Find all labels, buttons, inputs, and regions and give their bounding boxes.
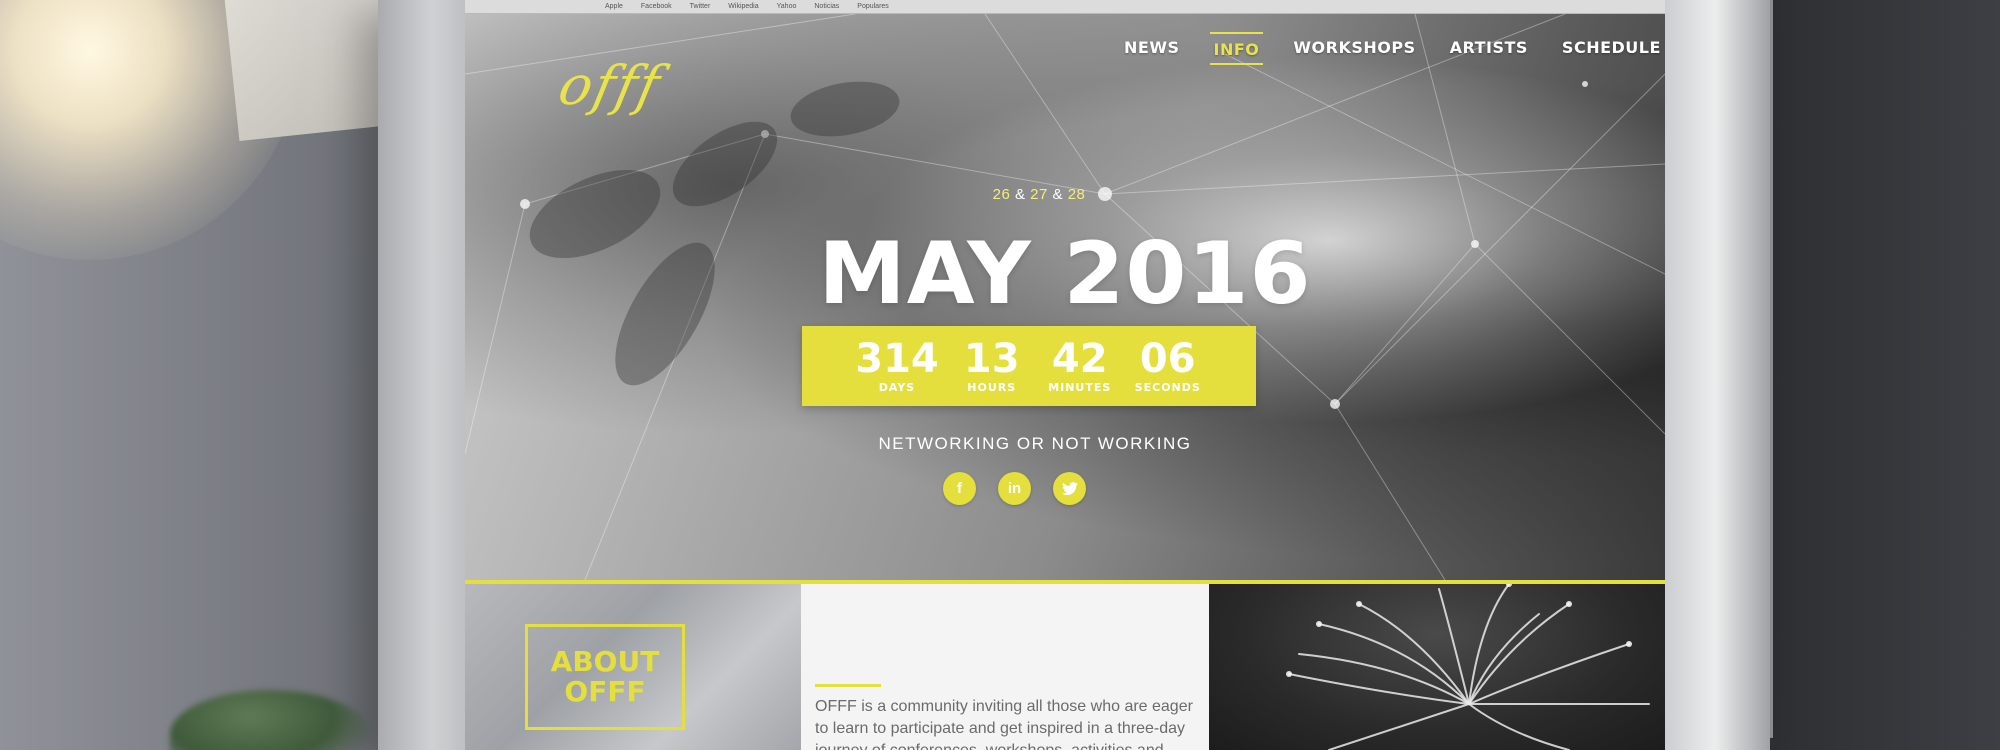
photo-scene: Apple Facebook Twitter Wikipedia Yahoo N… — [0, 0, 2000, 750]
social-links: f in — [943, 472, 1086, 505]
monitor-bezel-right — [1660, 0, 1770, 750]
bookmark-item[interactable]: Facebook — [641, 3, 672, 10]
countdown-hours: 13 HOURS — [957, 339, 1027, 394]
bookmark-item[interactable]: Wikipedia — [728, 3, 758, 10]
countdown-label: HOURS — [967, 380, 1017, 394]
hero-tagline: NETWORKING OR NOT WORKING — [878, 434, 1192, 453]
about-paragraph: OFFF is a community inviting all those w… — [815, 698, 1193, 750]
about-text-panel: OFFF is a community inviting all those w… — [801, 584, 1209, 750]
date-separator: & — [1052, 186, 1064, 203]
about-heading-panel: ABOUT OFFF — [465, 584, 801, 750]
hero-title: MAY 2016 — [818, 224, 1312, 324]
date-day-1: 26 — [992, 186, 1011, 203]
main-nav: NEWS INFO WORKSHOPS ARTISTS SCHEDULE — [1120, 32, 1665, 65]
countdown-label: DAYS — [878, 380, 916, 394]
monitor-bezel-left — [378, 0, 468, 750]
monitor-screen: Apple Facebook Twitter Wikipedia Yahoo N… — [465, 0, 1665, 750]
nav-schedule[interactable]: SCHEDULE — [1558, 32, 1665, 65]
nav-workshops[interactable]: WORKSHOPS — [1289, 32, 1419, 65]
countdown-days: 314 DAYS — [855, 339, 939, 394]
nav-info[interactable]: INFO — [1209, 32, 1264, 65]
bookmark-item[interactable]: Yahoo — [777, 3, 797, 10]
countdown-value: 13 — [963, 335, 1020, 382]
about-heading-line: OFFF — [564, 675, 646, 708]
plant-foliage — [170, 690, 370, 750]
event-dates: 26 & 27 & 28 — [989, 186, 1089, 203]
countdown-minutes: 42 MINUTES — [1045, 339, 1115, 394]
countdown-label: SECONDS — [1134, 380, 1201, 394]
text-accent-bar — [815, 684, 881, 687]
twitter-bird-glyph — [1061, 481, 1078, 495]
nav-news[interactable]: NEWS — [1120, 32, 1184, 65]
dark-wall-panel — [1760, 0, 2000, 750]
bookmark-item[interactable]: Apple — [605, 3, 623, 10]
bookmark-item[interactable]: Twitter — [690, 3, 711, 10]
flower-image-panel — [1209, 584, 1665, 750]
about-band: ABOUT OFFF OFFF is a community inviting … — [465, 580, 1665, 750]
hero-section: offf NEWS INFO WORKSHOPS ARTISTS SCHEDUL… — [465, 14, 1665, 580]
bookmark-item[interactable]: Noticias — [814, 3, 839, 10]
countdown-value: 314 — [855, 335, 939, 382]
twitter-icon[interactable] — [1053, 472, 1086, 505]
countdown-value: 42 — [1051, 335, 1108, 382]
countdown-timer: 314 DAYS 13 HOURS 42 MINUTES 06 SECONDS — [802, 326, 1256, 406]
about-heading-box: ABOUT OFFF — [525, 624, 685, 730]
nav-artists[interactable]: ARTISTS — [1446, 32, 1532, 65]
about-heading-line: ABOUT — [550, 645, 660, 678]
date-day-2: 27 — [1030, 186, 1048, 203]
offf-logo[interactable]: offf — [553, 54, 667, 117]
facebook-icon[interactable]: f — [943, 472, 976, 505]
flower-illustration — [1286, 584, 1650, 750]
date-day-3: 28 — [1067, 186, 1086, 203]
bookmark-item[interactable]: Populares — [857, 3, 889, 10]
countdown-seconds: 06 SECONDS — [1133, 339, 1203, 394]
countdown-label: MINUTES — [1048, 380, 1112, 394]
browser-bookmarks-bar: Apple Facebook Twitter Wikipedia Yahoo N… — [465, 0, 1665, 14]
date-separator: & — [1014, 186, 1026, 203]
linkedin-icon[interactable]: in — [998, 472, 1031, 505]
countdown-value: 06 — [1139, 335, 1196, 382]
